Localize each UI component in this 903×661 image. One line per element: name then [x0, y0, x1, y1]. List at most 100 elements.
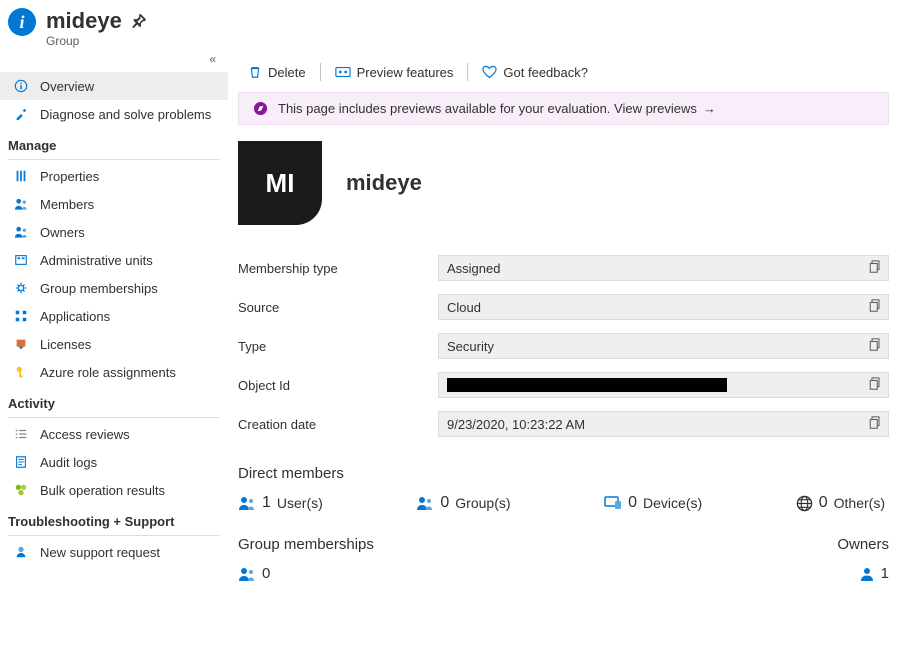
- group-icon: [416, 495, 434, 511]
- property-value-object-id: [438, 372, 889, 398]
- copy-icon[interactable]: [869, 299, 882, 313]
- stat-groups[interactable]: 0 Group(s): [416, 494, 510, 512]
- sidebar-item-label: Access reviews: [40, 427, 130, 442]
- grid-icon: [12, 307, 30, 325]
- sidebar-item-label: Properties: [40, 169, 99, 184]
- stat-others[interactable]: 0 Other(s): [796, 494, 885, 512]
- stat-count: 0: [628, 494, 637, 512]
- separator: [467, 63, 468, 81]
- redacted-value: [447, 378, 727, 392]
- feedback-button[interactable]: Got feedback?: [472, 56, 598, 88]
- owners-count[interactable]: 1: [837, 565, 889, 582]
- info-icon: [12, 77, 30, 95]
- sidebar-item-overview[interactable]: Overview: [0, 72, 228, 100]
- collapse-sidebar-button[interactable]: «: [0, 52, 228, 72]
- license-icon: [12, 335, 30, 353]
- compass-icon: [253, 101, 268, 116]
- sidebar-item-label: Diagnose and solve problems: [40, 107, 211, 122]
- preview-banner[interactable]: This page includes previews available fo…: [238, 92, 889, 125]
- stat-count: 0: [440, 494, 449, 512]
- group-name: mideye: [346, 170, 422, 196]
- info-icon: i: [8, 8, 36, 36]
- sidebar-item-label: Owners: [40, 225, 85, 240]
- owners-icon: [12, 223, 30, 241]
- trash-icon: [248, 65, 262, 79]
- value-text: 9/23/2020, 10:23:22 AM: [447, 417, 585, 432]
- sidebar-item-diagnose[interactable]: Diagnose and solve problems: [0, 100, 228, 128]
- bulk-icon: [12, 481, 30, 499]
- owners-heading: Owners: [837, 536, 889, 553]
- wrench-icon: [12, 105, 30, 123]
- copy-icon[interactable]: [869, 377, 882, 391]
- main-content: Delete Preview features Got feedback?: [228, 52, 903, 661]
- stat-label: User(s): [277, 495, 323, 511]
- admin-units-icon: [12, 251, 30, 269]
- page-header: i mideye Group: [0, 0, 903, 52]
- sidebar-item-licenses[interactable]: Licenses: [0, 330, 228, 358]
- sliders-icon: [12, 167, 30, 185]
- sidebar-item-azure-roles[interactable]: Azure role assignments: [0, 358, 228, 386]
- property-label: Creation date: [238, 417, 438, 432]
- sidebar-item-group-memberships[interactable]: Group memberships: [0, 274, 228, 302]
- sidebar-item-label: Azure role assignments: [40, 365, 176, 380]
- stat-count: 1: [262, 494, 271, 512]
- sidebar-item-label: Licenses: [40, 337, 91, 352]
- support-icon: [12, 543, 30, 561]
- count-value: 1: [881, 565, 889, 582]
- property-label: Type: [238, 339, 438, 354]
- stat-count: 0: [819, 494, 828, 512]
- sidebar-item-members[interactable]: Members: [0, 190, 228, 218]
- sidebar-item-label: Group memberships: [40, 281, 158, 296]
- sidebar-item-support-request[interactable]: New support request: [0, 538, 228, 566]
- user-icon: [238, 495, 256, 511]
- sidebar-item-audit-logs[interactable]: Audit logs: [0, 448, 228, 476]
- value-text: Assigned: [447, 261, 500, 276]
- sidebar-item-access-reviews[interactable]: Access reviews: [0, 420, 228, 448]
- stat-devices[interactable]: 0 Device(s): [604, 494, 702, 512]
- direct-members-heading: Direct members: [238, 465, 889, 482]
- page-title: mideye: [46, 8, 122, 34]
- stat-label: Device(s): [643, 495, 702, 511]
- property-value-type: Security: [438, 333, 889, 359]
- value-text: Security: [447, 339, 494, 354]
- sidebar-section-manage: Manage: [0, 128, 228, 157]
- key-icon: [12, 363, 30, 381]
- sidebar-item-owners[interactable]: Owners: [0, 218, 228, 246]
- sidebar-item-label: Audit logs: [40, 455, 97, 470]
- copy-icon[interactable]: [869, 338, 882, 352]
- sidebar-item-bulk-results[interactable]: Bulk operation results: [0, 476, 228, 504]
- group-memberships-heading: Group memberships: [238, 536, 374, 553]
- sidebar: « Overview Diagnose and solve problems M…: [0, 52, 228, 661]
- copy-icon[interactable]: [869, 416, 882, 430]
- group-memberships-block: Group memberships 0: [238, 536, 374, 582]
- sidebar-item-label: New support request: [40, 545, 160, 560]
- sidebar-item-properties[interactable]: Properties: [0, 162, 228, 190]
- sidebar-section-activity: Activity: [0, 386, 228, 415]
- stat-label: Group(s): [455, 495, 510, 511]
- sidebar-item-applications[interactable]: Applications: [0, 302, 228, 330]
- separator: [320, 63, 321, 81]
- property-value-membership-type: Assigned: [438, 255, 889, 281]
- preview-features-button[interactable]: Preview features: [325, 56, 464, 88]
- direct-members-stats: 1 User(s) 0 Group(s) 0 Device(s): [238, 494, 889, 512]
- stat-users[interactable]: 1 User(s): [238, 494, 323, 512]
- property-label: Source: [238, 300, 438, 315]
- delete-button[interactable]: Delete: [238, 56, 316, 88]
- sidebar-item-label: Applications: [40, 309, 110, 324]
- sidebar-item-admin-units[interactable]: Administrative units: [0, 246, 228, 274]
- divider: [8, 417, 220, 418]
- pin-icon[interactable]: [132, 14, 146, 28]
- divider: [8, 535, 220, 536]
- arrow-right-icon: →: [703, 101, 716, 116]
- group-memberships-count[interactable]: 0: [238, 565, 374, 582]
- toolbar-label: Delete: [268, 65, 306, 80]
- log-icon: [12, 453, 30, 471]
- checklist-icon: [12, 425, 30, 443]
- preview-icon: [335, 65, 351, 79]
- banner-text: This page includes previews available fo…: [278, 101, 697, 116]
- property-value-source: Cloud: [438, 294, 889, 320]
- copy-icon[interactable]: [869, 260, 882, 274]
- owner-icon: [859, 566, 875, 582]
- sidebar-item-label: Bulk operation results: [40, 483, 165, 498]
- value-text: Cloud: [447, 300, 481, 315]
